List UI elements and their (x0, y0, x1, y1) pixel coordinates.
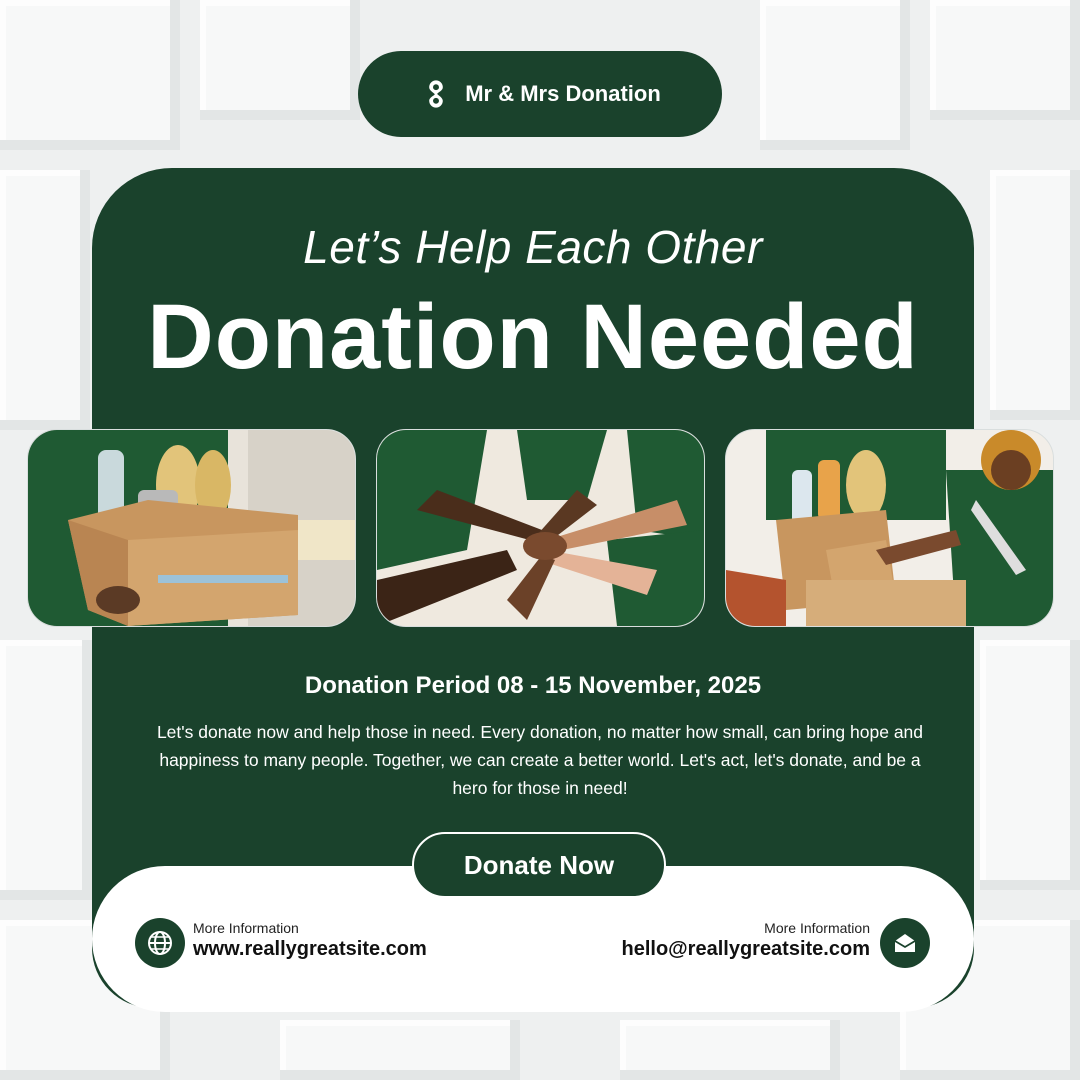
description: Let's donate now and help those in need.… (156, 722, 924, 798)
tagline: Let’s Help Each Other (303, 221, 763, 273)
swirl-logo-icon (429, 80, 444, 108)
brand-name: Mr & Mrs Donation (465, 81, 661, 106)
envelope-icon (880, 918, 930, 968)
donate-now-button[interactable]: Donate Now (412, 832, 666, 898)
email-link[interactable]: hello@reallygreatsite.com (622, 938, 871, 961)
brand-badge: Mr & Mrs Donation (358, 51, 722, 137)
food-box-photo (27, 429, 356, 627)
handing-box-photo (725, 429, 1054, 627)
donation-period: Donation Period 08 - 15 November, 2025 (304, 672, 762, 699)
website-label: More Information (193, 920, 299, 936)
stacked-hands-photo (376, 429, 705, 627)
website-link[interactable]: www.reallygreatsite.com (193, 938, 427, 961)
email-label: More Information (764, 920, 870, 936)
page-title: Donation Needed (147, 286, 919, 388)
globe-icon (135, 918, 185, 968)
